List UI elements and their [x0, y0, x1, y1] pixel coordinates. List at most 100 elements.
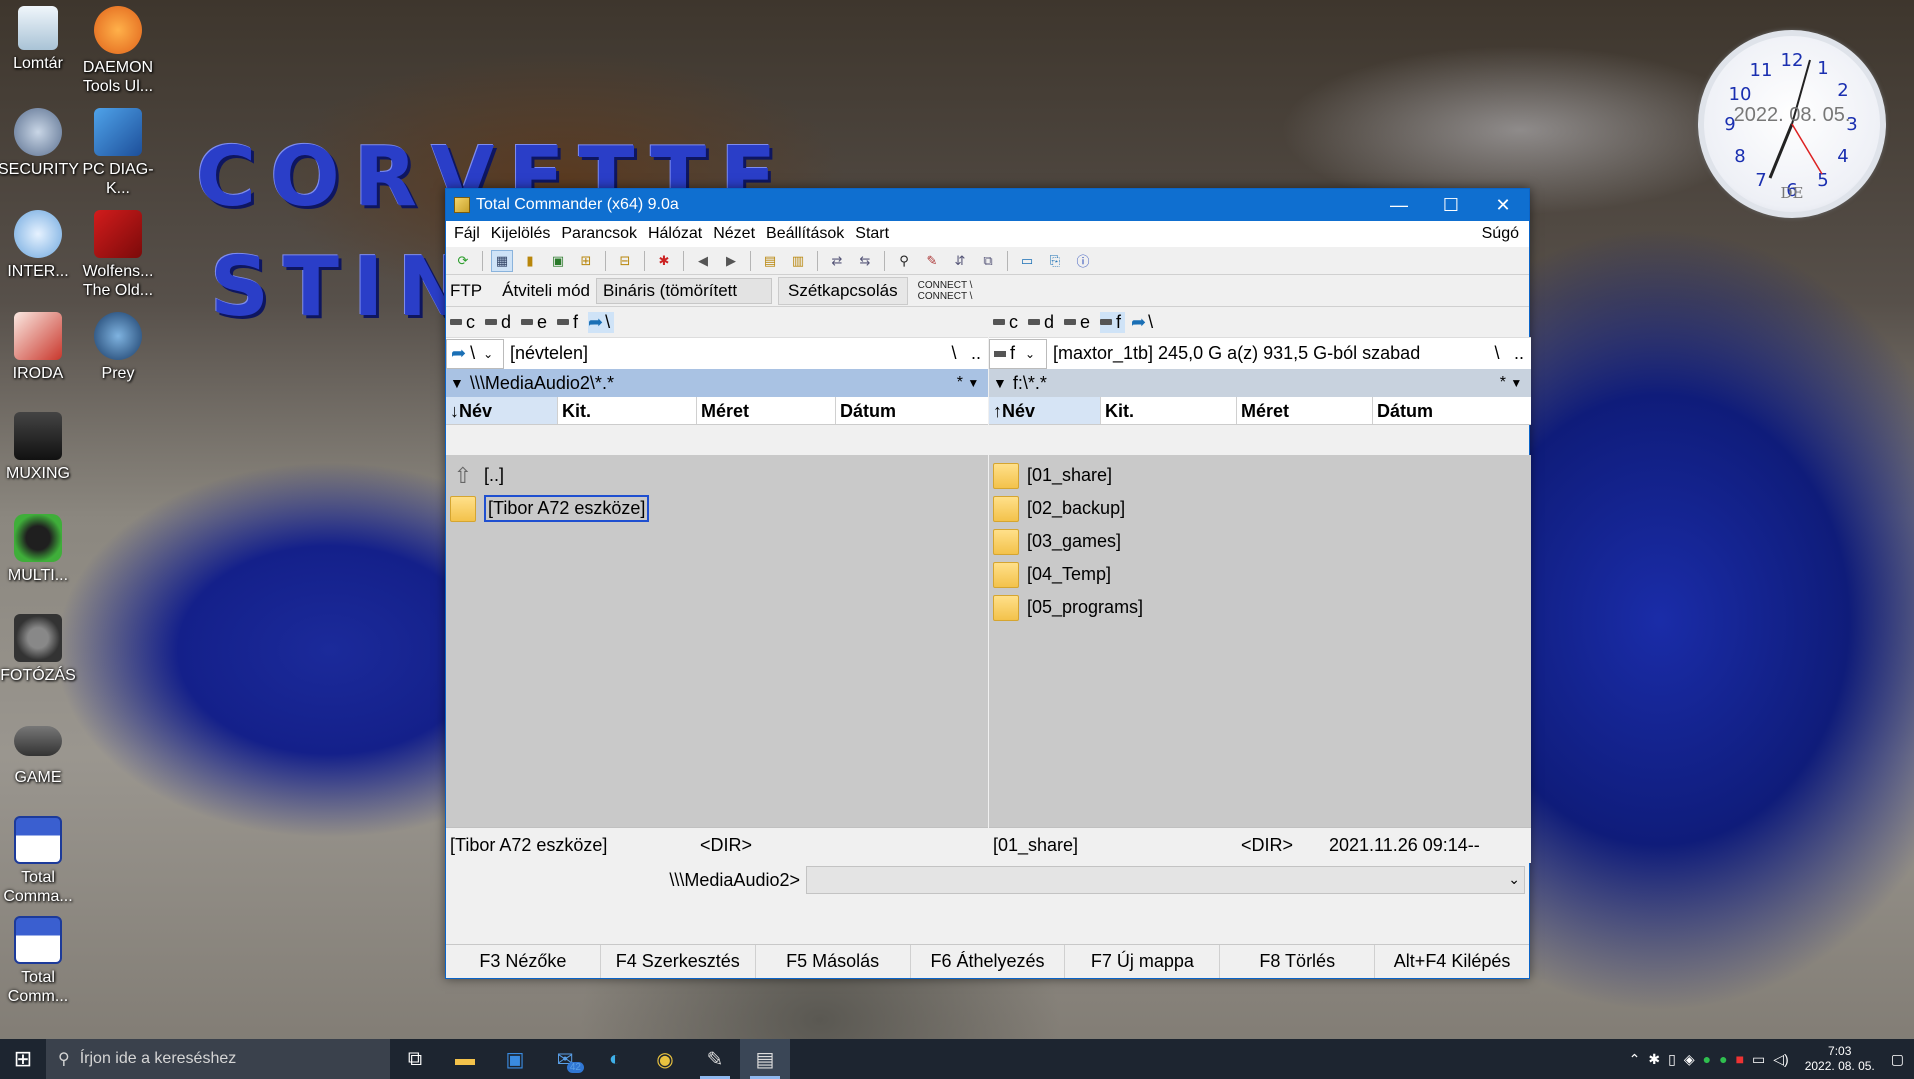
drive-f-button[interactable]: f — [1100, 311, 1126, 333]
taskbar-search[interactable]: ⚲ Írjon ide a kereséshez — [46, 1039, 390, 1079]
disconnect-button[interactable]: Szétkapcsolás — [777, 276, 908, 305]
history-dropdown-icon[interactable]: ▼ — [993, 375, 1007, 391]
file-row[interactable]: [03_games] — [989, 525, 1531, 558]
shield-icon[interactable]: ◈ — [1684, 1051, 1695, 1068]
file-row[interactable]: [05_programs] — [989, 591, 1531, 624]
forward-arrow-icon[interactable]: ▶ — [720, 250, 742, 272]
right-path-bar[interactable]: ▼ f:\*.* * ▼ — [989, 369, 1531, 397]
invert-selection-icon[interactable]: ⊟ — [614, 250, 636, 272]
select-all-icon[interactable]: ✱ — [653, 250, 675, 272]
menu-network[interactable]: Hálózat — [646, 225, 711, 243]
f3-view-button[interactable]: F3 Nézőke — [446, 945, 601, 978]
notification-icon[interactable]: ▢ — [1891, 1051, 1904, 1068]
taskbar-mail[interactable]: ✉ 42 — [540, 1039, 590, 1079]
column-name-header[interactable]: ↓Név — [446, 397, 558, 424]
desktop-icon-iroda[interactable]: IRODA — [0, 312, 78, 383]
menu-start[interactable]: Start — [853, 225, 898, 243]
drive-c-button[interactable]: c — [993, 312, 1022, 333]
desktop-icon-fotozas[interactable]: FOTÓZÁS — [0, 614, 78, 685]
drive-network-button[interactable]: ➦ \ — [1131, 312, 1157, 333]
desktop-icon-daemon-tools[interactable]: DAEMON Tools Ul... — [78, 6, 158, 96]
file-row[interactable]: [Tibor A72 eszköze] — [446, 492, 988, 525]
notepad-icon[interactable]: ▭ — [1016, 250, 1038, 272]
security-tray-icon[interactable]: ● — [1703, 1051, 1711, 1067]
drive-e-button[interactable]: e — [521, 312, 551, 333]
taskbar-total-commander[interactable]: ▤ — [740, 1039, 790, 1079]
f7-new-folder-button[interactable]: F7 Új mappa — [1065, 945, 1221, 978]
desktop-icon-recycle-bin[interactable]: Lomtár — [0, 6, 78, 73]
left-root-button[interactable]: \ — [944, 343, 964, 364]
drive-d-button[interactable]: d — [485, 312, 515, 333]
usb-icon[interactable]: ▯ — [1668, 1051, 1676, 1068]
left-filter-button[interactable]: * ▼ — [948, 374, 988, 392]
right-file-list[interactable]: [01_share] [02_backup] [03_games] [04_Te… — [989, 455, 1531, 827]
search-icon[interactable]: ⚲ — [893, 250, 915, 272]
column-ext-header[interactable]: Kit. — [1101, 397, 1237, 424]
menu-view[interactable]: Nézet — [711, 225, 764, 243]
desktop-icon-wolfenstein[interactable]: Wolfens... The Old... — [78, 210, 158, 300]
chevron-down-icon[interactable]: ⌄ — [1508, 871, 1520, 888]
menu-help[interactable]: Súgó — [1480, 225, 1529, 243]
taskbar-chrome[interactable]: ◉ — [640, 1039, 690, 1079]
start-button[interactable]: ⊞ — [0, 1039, 46, 1079]
file-row[interactable]: [02_backup] — [989, 492, 1531, 525]
taskbar-edge[interactable]: ◐ — [590, 1039, 640, 1079]
compare-icon[interactable]: ⧉ — [977, 250, 999, 272]
ftp-connect-icon[interactable]: ⇄ — [826, 250, 848, 272]
f5-copy-button[interactable]: F5 Másolás — [756, 945, 911, 978]
command-input[interactable]: ⌄ — [806, 866, 1525, 894]
taskbar-clock[interactable]: 7:03 2022. 08. 05. — [1797, 1044, 1883, 1074]
left-drive-combo[interactable]: ➦ \ ⌄ — [446, 338, 504, 369]
file-row-parent[interactable]: ⇧ [..] — [446, 459, 988, 492]
pack-icon[interactable]: ▤ — [759, 250, 781, 272]
network-icon[interactable]: ▭ — [1752, 1051, 1765, 1068]
refresh-icon[interactable]: ⟳ — [452, 250, 474, 272]
menu-selection[interactable]: Kijelölés — [489, 225, 560, 243]
desktop-icon-prey[interactable]: Prey — [78, 312, 158, 383]
f4-edit-button[interactable]: F4 Szerkesztés — [601, 945, 756, 978]
column-size-header[interactable]: Méret — [697, 397, 836, 424]
column-date-header[interactable]: Dátum — [1373, 397, 1531, 424]
file-row[interactable]: [04_Temp] — [989, 558, 1531, 591]
drive-c-button[interactable]: c — [450, 312, 479, 333]
menu-commands[interactable]: Parancsok — [559, 225, 646, 243]
left-path-bar[interactable]: ▼ \\\MediaAudio2\*.* * ▼ — [446, 369, 988, 397]
history-dropdown-icon[interactable]: ▼ — [450, 375, 464, 391]
drive-f-button[interactable]: f — [557, 312, 582, 333]
left-file-list[interactable]: ⇧ [..] [Tibor A72 eszköze] — [446, 455, 988, 827]
brief-view-icon[interactable]: ▦ — [491, 249, 513, 272]
f6-move-button[interactable]: F6 Áthelyezés — [911, 945, 1066, 978]
drive-e-button[interactable]: e — [1064, 312, 1094, 333]
alt-f4-exit-button[interactable]: Alt+F4 Kilépés — [1375, 945, 1529, 978]
column-ext-header[interactable]: Kit. — [558, 397, 697, 424]
desktop-icon-muxing[interactable]: MUXING — [0, 412, 78, 483]
desktop-icon-pc-diag[interactable]: PC DIAG-K... — [78, 108, 158, 198]
right-root-button[interactable]: \ — [1487, 343, 1507, 364]
desktop-icon-total-commander-1[interactable]: Total Comma... — [0, 816, 78, 906]
taskbar-file-explorer[interactable]: ▬ — [440, 1039, 490, 1079]
task-view-button[interactable]: ⧉ — [390, 1039, 440, 1079]
taskbar-store[interactable]: ▣ — [490, 1039, 540, 1079]
left-up-button[interactable]: .. — [964, 343, 988, 364]
tree-view-icon[interactable]: ⊞ — [575, 250, 597, 272]
maximize-button[interactable]: ☐ — [1425, 189, 1477, 221]
transfer-mode-select[interactable]: Bináris (tömörített — [595, 277, 772, 304]
close-button[interactable]: ✕ — [1477, 189, 1529, 221]
desktop-icon-internet[interactable]: INTER... — [0, 210, 78, 281]
desktop-icon-game[interactable]: GAME — [0, 716, 78, 787]
file-row[interactable]: [01_share] — [989, 459, 1531, 492]
detailed-view-icon[interactable]: ▮ — [519, 250, 541, 272]
chevron-up-icon[interactable]: ⌃ — [1629, 1051, 1641, 1068]
app-tray-icon[interactable]: ● — [1719, 1051, 1727, 1067]
minimize-button[interactable]: — — [1373, 189, 1425, 221]
f8-delete-button[interactable]: F8 Törlés — [1220, 945, 1376, 978]
desktop-icon-total-commander-2[interactable]: Total Comm... — [0, 916, 78, 1006]
desktop-icon-security[interactable]: SECURITY — [0, 108, 79, 179]
drive-network-button[interactable]: ➦ \ — [588, 311, 615, 333]
drive-d-button[interactable]: d — [1028, 312, 1058, 333]
bluetooth-icon[interactable]: ✱ — [1648, 1051, 1660, 1068]
right-drive-combo[interactable]: f ⌄ — [989, 338, 1047, 369]
desktop-icon-multi[interactable]: MULTI... — [0, 514, 78, 585]
column-name-header[interactable]: ↑Név — [989, 397, 1101, 424]
menu-file[interactable]: Fájl — [452, 225, 489, 243]
